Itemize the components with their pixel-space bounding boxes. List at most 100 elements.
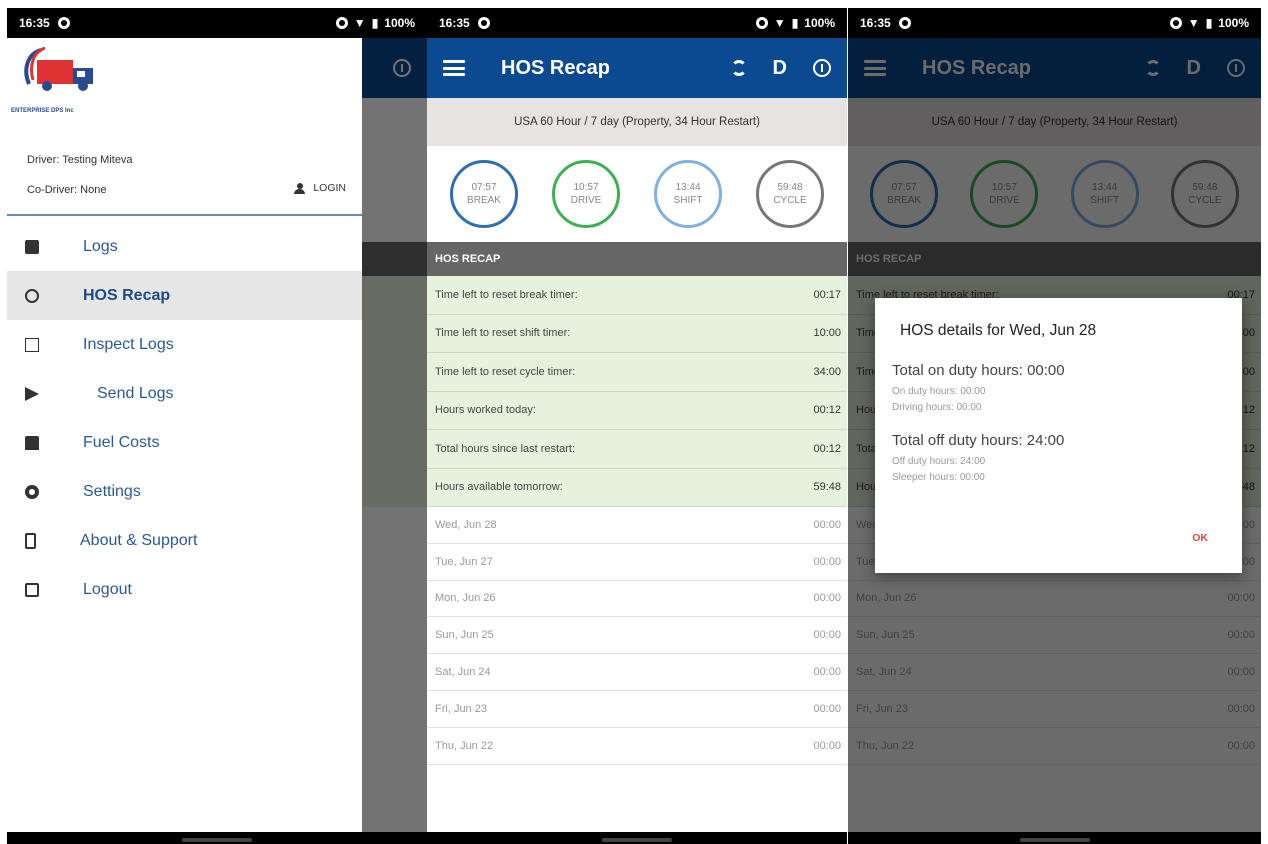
day-row[interactable]: Sun, Jun 25 00:00 [427,617,847,655]
drawer-scrim[interactable] [362,38,427,844]
menu-icon[interactable] [443,60,465,76]
off-duty-total: Total off duty hours: 24:00 [892,432,1065,449]
off-duty-hours: Off duty hours: 24:00 [892,456,986,467]
gauge-value: 59:48 [777,182,803,193]
shift-gauge: 13:44 SHIFT [654,160,722,228]
menu-item-send-logs[interactable]: Send Logs [7,369,362,418]
recap-label: Time left to reset cycle timer: [435,365,576,378]
day-row[interactable]: Tue, Jun 27 00:00 [427,543,847,581]
info-icon[interactable] [813,59,831,77]
status-time: 16:35 [19,16,50,30]
menu-item-fuel-costs[interactable]: Fuel Costs [7,418,362,467]
recap-value: 00:12 [813,404,841,417]
dialog-title: HOS details for Wed, Jun 28 [900,322,1097,339]
home-handle[interactable] [1019,838,1090,842]
recap-label: Total hours since last restart: [435,442,576,455]
inspect-icon [25,337,39,352]
on-duty-hours: On duty hours: 00:00 [892,386,986,397]
gauges: 07:57 BREAK 10:57 DRIVE 13:44 SHIFT 59:48 CY… [427,146,847,242]
recap-row: Time left to reset cycle timer: 34:00 [427,353,847,392]
login-button[interactable]: LOGIN [294,182,346,194]
menu-item-logs[interactable]: Logs [7,222,362,271]
menu-item-logout[interactable]: Logout [7,565,362,614]
battery-level: 100% [804,16,835,30]
battery-icon: ▮ [371,16,379,30]
day-value: 00:00 [813,555,841,568]
system-nav-bar [7,832,427,844]
menu-item-hos-recap[interactable]: HOS Recap [7,271,362,320]
day-label: Mon, Jun 26 [435,592,496,605]
drawer-header: ENTERPRISE DPS Inc Driver: Testing Mitev… [7,38,362,216]
recap-label: Time left to reset break timer: [435,288,578,301]
recap-label: Time left to reset shift timer: [435,327,571,340]
codriver-name: Co-Driver: None [27,184,107,196]
day-value: 00:00 [813,666,841,679]
stage: 16:35 ▼ ▮ 100% ENTERPRISE DPS Inc Driver… [0,0,1268,844]
driver-name: Driver: Testing Miteva [27,154,133,166]
day-label: Thu, Jun 22 [435,739,494,752]
gauge-value: 13:44 [675,182,701,193]
recap-list: Time left to reset break timer: 00:17 Tim… [427,276,847,765]
home-handle[interactable] [602,838,672,842]
day-row[interactable]: Wed, Jun 28 00:00 [427,507,847,544]
driving-hours: Driving hours: 00:00 [892,402,982,413]
cycle-gauge: 59:48 CYCLE [756,160,824,228]
nav-drawer: ENTERPRISE DPS Inc Driver: Testing Mitev… [7,38,362,844]
day-row[interactable]: Thu, Jun 22 00:00 [427,727,847,765]
company-name: ENTERPRISE DPS Inc [11,108,74,114]
status-bar: 16:35 ▼ ▮ 100% [848,8,1261,38]
sync-icon[interactable] [730,60,747,76]
ok-button[interactable]: OK [1192,532,1208,544]
gear-icon [25,484,39,499]
menu-label: Inspect Logs [83,335,174,353]
gps-icon [755,17,768,29]
gps-icon [335,17,348,29]
day-label: Sun, Jun 25 [435,629,494,642]
recap-row: Time left to reset shift timer: 10:00 [427,314,847,353]
day-row[interactable]: Mon, Jun 26 00:00 [427,580,847,618]
recap-value: 59:48 [813,481,841,494]
day-value: 00:00 [813,592,841,605]
logout-icon [25,582,39,597]
recap-value: 34:00 [813,365,841,378]
recap-row: Time left to reset break timer: 00:17 [427,276,847,315]
gauge-label: BREAK [467,195,501,206]
menu-item-about-support[interactable]: About & Support [7,516,362,565]
menu-item-inspect-logs[interactable]: Inspect Logs [7,320,362,369]
gauge-label: CYCLE [773,195,807,206]
menu-label: HOS Recap [83,286,171,304]
person-icon [294,182,306,194]
gauge-value: 10:57 [573,182,599,193]
day-label: Fri, Jun 23 [435,702,487,715]
gps-icon [1169,17,1182,29]
screen-drawer: 16:35 ▼ ▮ 100% ENTERPRISE DPS Inc Driver… [7,8,427,844]
day-row[interactable]: Sat, Jun 24 00:00 [427,654,847,691]
fuel-icon [25,435,39,450]
recap-row: Hours available tomorrow: 59:48 [427,468,847,507]
page-title: HOS Recap [501,56,610,79]
location-icon [57,17,70,29]
send-icon [25,386,39,401]
day-label: Sat, Jun 24 [435,666,491,679]
status-bar: 16:35 ▼ ▮ 100% [7,8,427,38]
day-value: 00:00 [813,702,841,715]
login-label: LOGIN [313,182,346,194]
location-icon [477,17,490,29]
gauge-label: DRIVE [570,195,602,206]
phone-icon [25,532,36,549]
menu-label: About & Support [80,531,198,549]
drawer-menu: Logs HOS Recap Inspect Logs Send Logs Fu… [7,222,362,614]
system-nav-bar [848,832,1261,844]
wifi-icon: ▼ [1187,16,1200,30]
screen-hos-details-dialog: 16:35 ▼▮100% HOS Recap D USA 60 Hour / 7… [848,8,1261,844]
day-row[interactable]: Fri, Jun 23 00:00 [427,690,847,728]
section-title: HOS RECAP [427,242,847,276]
menu-item-settings[interactable]: Settings [7,467,362,516]
duty-status-button[interactable]: D [773,57,787,80]
home-handle[interactable] [182,838,252,842]
menu-label: Fuel Costs [83,433,160,451]
menu-label: Logs [83,237,118,255]
location-icon [898,17,911,29]
recap-label: Hours available tomorrow: [435,481,563,494]
day-value: 00:00 [813,739,841,752]
